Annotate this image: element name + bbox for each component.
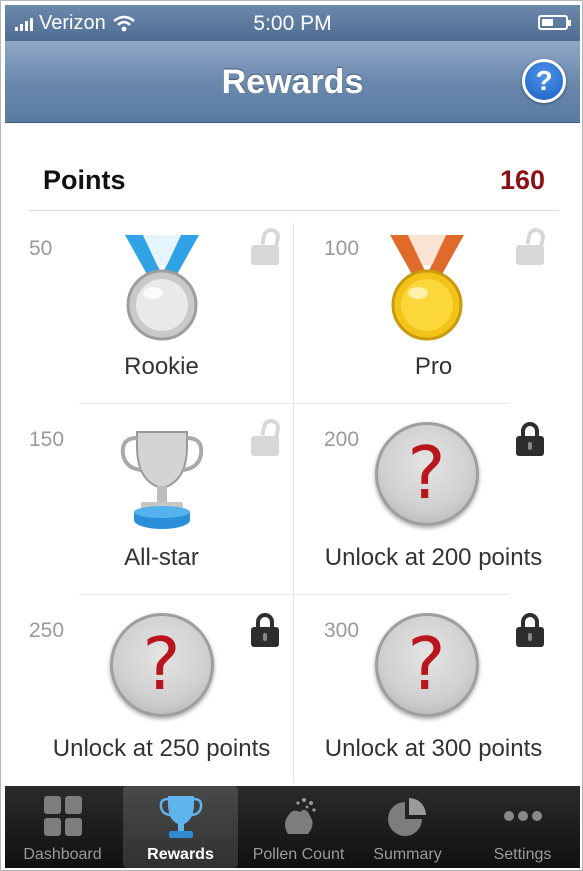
points-value: 160 <box>499 165 545 195</box>
reward-locked-200[interactable]: 200 ? Unlock at 200 points <box>294 404 559 594</box>
tab-rewards[interactable]: Rewards <box>123 786 238 868</box>
more-dots-icon <box>503 811 542 821</box>
reward-label: Unlock at 250 points <box>52 735 271 762</box>
tab-bar: Dashboard Rewards Pollen Count Summary S… <box>5 786 580 868</box>
trophy-icon <box>120 431 203 529</box>
navigation-bar: Rewards ? <box>5 41 580 123</box>
lock-icon <box>515 613 545 647</box>
question-mark-icon: ? <box>109 613 214 717</box>
tab-dashboard[interactable]: Dashboard <box>5 786 120 868</box>
unlocked-icon <box>250 226 282 265</box>
reward-label: Pro <box>414 353 453 380</box>
reward-pro[interactable]: 100 Pro <box>294 213 559 403</box>
lock-icon <box>515 422 545 456</box>
pollen-icon <box>284 798 316 834</box>
gold-medal-icon <box>389 235 464 341</box>
reward-points: 250 <box>29 619 65 642</box>
unlocked-icon <box>515 226 547 265</box>
tab-label: Summary <box>373 846 442 863</box>
trophy-icon <box>159 796 202 838</box>
rewards-grid: 50 Rookie 100 Pro 150 All-star 200 ? Unl… <box>29 213 559 785</box>
unlocked-icon <box>250 417 282 456</box>
reward-points: 50 <box>29 237 53 260</box>
question-mark-icon: ? <box>374 613 479 717</box>
tab-pollen-count[interactable]: Pollen Count <box>241 786 356 868</box>
tab-label: Rewards <box>147 846 214 863</box>
tab-summary[interactable]: Summary <box>350 786 465 868</box>
reward-points: 200 <box>324 428 360 451</box>
reward-all-star[interactable]: 150 All-star <box>29 404 294 594</box>
reward-label: Unlock at 200 points <box>324 544 543 571</box>
points-label: Points <box>43 165 126 195</box>
question-mark-icon: ? <box>374 422 479 526</box>
reward-label: All-star <box>124 544 199 571</box>
reward-points: 100 <box>324 237 360 260</box>
points-summary: Points 160 <box>29 151 559 211</box>
tab-label: Settings <box>493 846 552 863</box>
status-bar: Verizon 5:00 PM <box>5 5 580 41</box>
reward-label: Rookie <box>124 353 199 380</box>
reward-points: 300 <box>324 619 360 642</box>
app-screen: Verizon 5:00 PM Rewards ? Points 160 50 <box>0 0 583 871</box>
tab-settings[interactable]: Settings <box>465 786 580 868</box>
lock-icon <box>250 613 280 647</box>
dashboard-grid-icon <box>43 796 82 836</box>
reward-label: Unlock at 300 points <box>324 735 543 762</box>
help-button[interactable]: ? <box>522 59 566 103</box>
status-time: 5:00 PM <box>253 12 332 35</box>
reward-locked-300[interactable]: 300 ? Unlock at 300 points <box>294 595 559 785</box>
pie-chart-icon <box>387 798 426 836</box>
reward-rookie[interactable]: 50 Rookie <box>29 213 294 403</box>
reward-locked-250[interactable]: 250 ? Unlock at 250 points <box>29 595 294 785</box>
tab-label: Pollen Count <box>252 846 345 863</box>
page-title: Rewards <box>221 63 364 101</box>
tab-label: Dashboard <box>23 846 102 863</box>
silver-medal-icon <box>124 235 199 341</box>
reward-points: 150 <box>29 428 65 451</box>
battery-icon <box>538 15 571 30</box>
